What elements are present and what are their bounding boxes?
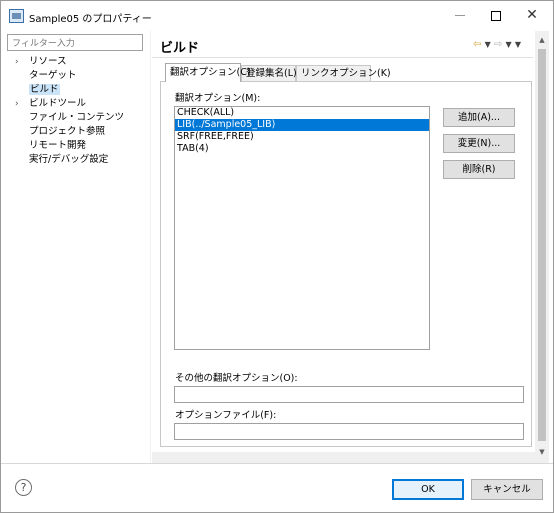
tree-item-label: ターゲット [29, 70, 77, 81]
tree-item-build[interactable]: ビルド [7, 83, 149, 97]
category-tree: › リソース ターゲット ビルド › ビルドツール ファイル・コンテンツ プロジ… [7, 55, 149, 167]
chevron-right-icon[interactable]: › [15, 97, 19, 111]
back-menu-icon[interactable]: ▼ [485, 40, 491, 49]
forward-arrow-icon[interactable]: ⇨ [494, 39, 502, 50]
option-file-label: オプションファイル(F): [175, 410, 277, 421]
window-title: Sample05 のプロパティー [29, 14, 152, 25]
tree-item-label: ビルドツール [29, 98, 87, 109]
close-button[interactable]: ✕ [514, 1, 550, 29]
tree-item-label: ビルド [29, 84, 60, 95]
properties-dialog: Sample05 のプロパティー ✕ › リソース ターゲット ビルド › ビル… [0, 0, 554, 513]
title-divider [152, 57, 533, 58]
ok-button[interactable]: OK [392, 479, 464, 500]
tree-item-label: 実行/デバッグ設定 [29, 154, 109, 165]
list-item[interactable]: TAB(4) [175, 143, 429, 155]
add-button[interactable]: 追加(A)... [443, 108, 515, 127]
filter-input[interactable] [7, 34, 143, 51]
maximize-button[interactable] [478, 1, 514, 29]
delete-button[interactable]: 削除(R) [443, 160, 515, 179]
tree-item-label: プロジェクト参照 [29, 126, 106, 137]
tab-compile-options[interactable]: 翻訳オプション(C) [165, 63, 251, 82]
list-item[interactable]: LIB(../Sample05_LIB) [175, 119, 429, 131]
change-button[interactable]: 変更(N)... [443, 134, 515, 153]
app-icon [9, 9, 24, 23]
tree-item-resource[interactable]: › リソース [7, 55, 149, 69]
tree-item-project-references[interactable]: プロジェクト参照 [7, 125, 149, 139]
compile-options-list[interactable]: CHECK(ALL) LIB(../Sample05_LIB) SRF(FREE… [174, 106, 430, 350]
minimize-icon [455, 15, 465, 16]
list-item[interactable]: CHECK(ALL) [175, 107, 429, 119]
tree-item-remote-dev[interactable]: リモート開発 [7, 139, 149, 153]
title-bar: Sample05 のプロパティー ✕ [1, 1, 553, 31]
tree-item-label: ファイル・コンテンツ [29, 112, 125, 123]
scroll-up-icon[interactable]: ▲ [535, 33, 549, 47]
vertical-scrollbar[interactable]: ▲ ▼ [535, 31, 549, 463]
tab-link-options[interactable]: リンクオプション(K) [296, 65, 391, 81]
forward-menu-icon[interactable]: ▼ [506, 40, 512, 49]
cancel-button[interactable]: キャンセル [471, 479, 543, 500]
other-options-label: その他の翻訳オプション(O): [175, 373, 298, 384]
tree-item-file-contents[interactable]: ファイル・コンテンツ [7, 111, 149, 125]
footer-divider [1, 463, 553, 464]
maximize-icon [491, 10, 501, 21]
compile-options-label: 翻訳オプション(M): [175, 93, 261, 104]
pane-divider[interactable] [150, 31, 151, 463]
chevron-right-icon[interactable]: › [15, 55, 19, 69]
page-title: ビルド [160, 41, 200, 56]
scroll-thumb[interactable] [538, 49, 546, 441]
view-menu-icon[interactable]: ▼ [515, 40, 521, 49]
compile-options-panel: 翻訳オプション(M): CHECK(ALL) LIB(../Sample05_L… [160, 81, 532, 447]
other-options-field[interactable] [174, 386, 524, 403]
back-arrow-icon[interactable]: ⇦ [473, 39, 481, 50]
tree-item-target[interactable]: ターゲット [7, 69, 149, 83]
list-item[interactable]: SRF(FREE,FREE) [175, 131, 429, 143]
tree-item-label: リモート開発 [29, 140, 87, 151]
tree-item-label: リソース [29, 56, 67, 67]
tree-item-run-debug[interactable]: 実行/デバッグ設定 [7, 153, 149, 167]
option-file-field[interactable] [174, 423, 524, 440]
help-icon[interactable]: ? [15, 479, 32, 496]
horizontal-scrollbar[interactable] [152, 452, 535, 463]
page-navigation: ⇦ ▼ ⇨ ▼ ▼ [473, 39, 521, 50]
scroll-down-icon[interactable]: ▼ [535, 445, 549, 459]
tree-item-build-tool[interactable]: › ビルドツール [7, 97, 149, 111]
close-icon: ✕ [526, 7, 538, 23]
minimize-button[interactable] [442, 1, 478, 29]
